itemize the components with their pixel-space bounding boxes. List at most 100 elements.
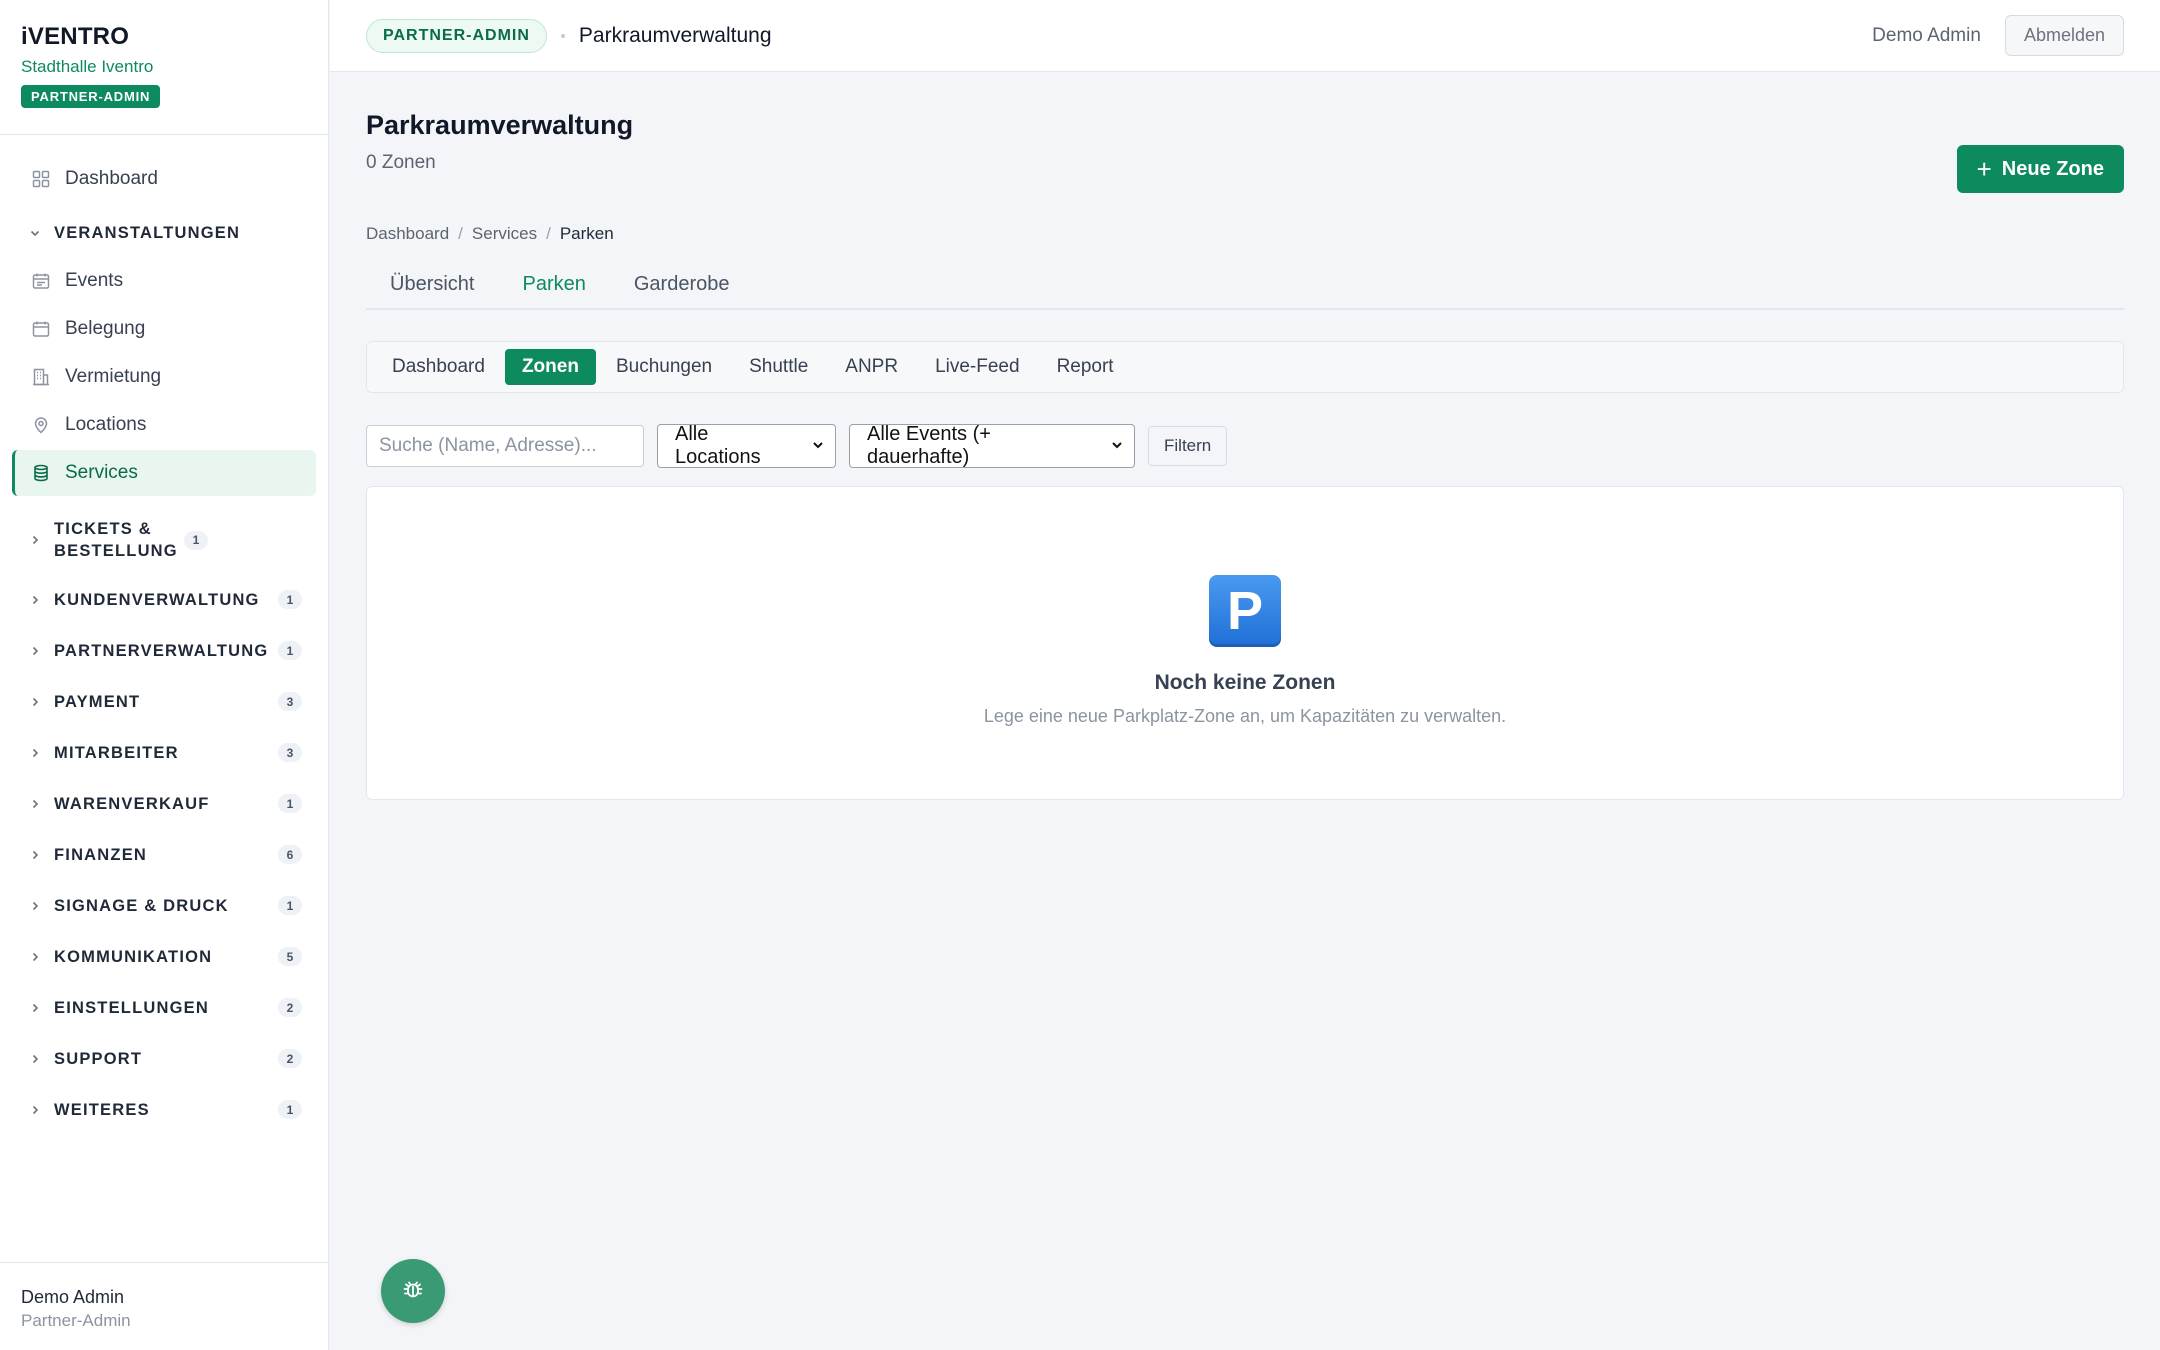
- sidebar-section-label: FINANZEN: [54, 845, 148, 864]
- chevron-right-icon: [29, 1002, 45, 1014]
- section-count-badge: 1: [278, 896, 302, 915]
- bug-report-button[interactable]: [381, 1259, 445, 1323]
- parking-subtabs: Dashboard Zonen Buchungen Shuttle ANPR L…: [366, 341, 2124, 393]
- sidebar-section-signage[interactable]: SIGNAGE & DRUCK 1: [12, 880, 316, 931]
- chevron-right-icon: [29, 747, 45, 759]
- breadcrumb-separator: /: [546, 224, 551, 243]
- section-count-badge: 5: [278, 947, 302, 966]
- role-badge: PARTNER-ADMIN: [21, 85, 161, 108]
- logout-button[interactable]: Abmelden: [2004, 15, 2124, 56]
- section-count-badge: 2: [278, 998, 302, 1017]
- sidebar-item-dashboard[interactable]: Dashboard: [12, 156, 316, 202]
- empty-state-title: Noch keine Zonen: [1154, 671, 1336, 694]
- calendar-icon: [31, 319, 51, 339]
- sidebar-section-kundenverwaltung[interactable]: KUNDENVERWALTUNG 1: [12, 574, 316, 625]
- subtab-shuttle[interactable]: Shuttle: [732, 349, 825, 385]
- sidebar-section-mitarbeiter[interactable]: MITARBEITER 3: [12, 727, 316, 778]
- tab-uebersicht[interactable]: Übersicht: [366, 273, 498, 296]
- breadcrumb-current: Parken: [559, 224, 614, 243]
- grid-icon: [31, 169, 51, 189]
- section-count-badge: 6: [278, 845, 302, 864]
- sidebar-section-label: PAYMENT: [54, 692, 141, 711]
- empty-state: P Noch keine Zonen Lege eine neue Parkpl…: [366, 486, 2124, 800]
- subtab-buchungen[interactable]: Buchungen: [599, 349, 729, 385]
- sidebar-section-weiteres[interactable]: WEITERES 1: [12, 1084, 316, 1135]
- page-header: Parkraumverwaltung 0 Zonen + Neue Zone: [366, 72, 2124, 193]
- chevron-right-icon: [29, 594, 45, 606]
- service-tabs: Übersicht Parken Garderobe: [366, 260, 2124, 310]
- sidebar-item-belegung[interactable]: Belegung: [12, 306, 316, 352]
- subtab-report[interactable]: Report: [1040, 349, 1131, 385]
- brand-logo[interactable]: iVENTRO: [21, 24, 307, 50]
- event-select[interactable]: Alle Events (+ dauerhafte): [849, 423, 1135, 468]
- sidebar-item-vermietung[interactable]: Vermietung: [12, 354, 316, 400]
- sidebar-section-label: TICKETS & BESTELLUNG: [54, 520, 178, 560]
- sidebar: iVENTRO Stadthalle Iventro PARTNER-ADMIN…: [0, 0, 329, 1350]
- chevron-right-icon: [29, 645, 45, 657]
- section-count-badge: 1: [278, 1100, 302, 1119]
- new-zone-button[interactable]: + Neue Zone: [1956, 145, 2124, 193]
- sidebar-item-label: Vermietung: [65, 366, 162, 387]
- map-pin-icon: [31, 415, 51, 435]
- bug-icon: [400, 1276, 426, 1307]
- breadcrumb-dashboard[interactable]: Dashboard: [366, 224, 449, 244]
- subtab-zonen[interactable]: Zonen: [504, 349, 596, 385]
- sidebar-item-label: Services: [65, 462, 138, 483]
- section-count-badge: 1: [278, 794, 302, 813]
- sidebar-item-services[interactable]: Services: [12, 450, 316, 496]
- sidebar-section-einstellungen[interactable]: EINSTELLUNGEN 2: [12, 982, 316, 1033]
- subtab-anpr[interactable]: ANPR: [828, 349, 915, 385]
- filter-button[interactable]: Filtern: [1148, 426, 1228, 466]
- main-content: Parkraumverwaltung 0 Zonen + Neue Zone D…: [366, 72, 2124, 800]
- organization-name: Stadthalle Iventro: [21, 57, 154, 76]
- sidebar-section-label: SIGNAGE & DRUCK: [54, 896, 229, 915]
- chevron-right-icon: [29, 951, 45, 963]
- topbar: PARTNER-ADMIN Parkraumverwaltung Demo Ad…: [330, 0, 2160, 72]
- page-heading-block: Parkraumverwaltung 0 Zonen: [366, 108, 633, 174]
- section-count-badge: 1: [278, 590, 302, 609]
- separator-dot: [560, 33, 565, 38]
- sidebar-section-label: SUPPORT: [54, 1049, 143, 1068]
- sidebar-section-finanzen[interactable]: FINANZEN 6: [12, 829, 316, 880]
- section-count-badge: 1: [278, 641, 302, 660]
- sidebar-section-label: VERANSTALTUNGEN: [54, 224, 241, 242]
- sidebar-section-kommunikation[interactable]: KOMMUNIKATION 5: [12, 931, 316, 982]
- section-count-badge: 1: [184, 530, 208, 550]
- sidebar-item-label: Events: [65, 270, 124, 291]
- database-icon: [31, 463, 51, 483]
- sidebar-section-label: MITARBEITER: [54, 743, 179, 762]
- chevron-right-icon: [29, 1104, 45, 1116]
- sidebar-section-partnerverwaltung[interactable]: PARTNERVERWALTUNG 1: [12, 625, 316, 676]
- subtab-dashboard[interactable]: Dashboard: [375, 349, 502, 385]
- sidebar-section-label: KOMMUNIKATION: [54, 947, 213, 966]
- chevron-right-icon: [29, 696, 45, 708]
- search-input[interactable]: [366, 425, 644, 467]
- event-select-value: Alle Events (+ dauerhafte): [867, 423, 991, 468]
- sidebar-item-events[interactable]: Events: [12, 258, 316, 304]
- breadcrumb-services[interactable]: Services: [472, 224, 537, 244]
- sidebar-section-label: WEITERES: [54, 1100, 150, 1119]
- tab-parken[interactable]: Parken: [498, 273, 609, 296]
- sidebar-footer: Demo Admin Partner-Admin: [0, 1262, 329, 1350]
- new-zone-label: Neue Zone: [2001, 157, 2104, 180]
- breadcrumb-separator: /: [458, 224, 463, 243]
- building-icon: [31, 367, 51, 387]
- brand-block: iVENTRO Stadthalle Iventro PARTNER-ADMIN: [0, 0, 328, 135]
- subtab-live-feed[interactable]: Live-Feed: [918, 349, 1037, 385]
- chevron-right-icon: [29, 849, 45, 861]
- topbar-user-name: Demo Admin: [1872, 24, 1981, 46]
- sidebar-item-label: Dashboard: [65, 168, 158, 189]
- sidebar-item-locations[interactable]: Locations: [12, 402, 316, 448]
- tab-garderobe[interactable]: Garderobe: [610, 273, 754, 296]
- sidebar-section-label: KUNDENVERWALTUNG: [54, 590, 260, 609]
- section-count-badge: 2: [278, 1049, 302, 1068]
- sidebar-section-payment[interactable]: PAYMENT 3: [12, 676, 316, 727]
- sidebar-section-tickets[interactable]: TICKETS & BESTELLUNG 1: [12, 506, 316, 574]
- sidebar-section-warenverkauf[interactable]: WARENVERKAUF 1: [12, 778, 316, 829]
- location-select[interactable]: Alle Locations: [657, 423, 836, 468]
- sidebar-section-support[interactable]: SUPPORT 2: [12, 1033, 316, 1084]
- sidebar-item-label: Belegung: [65, 318, 146, 339]
- chevron-down-icon: [1110, 438, 1124, 455]
- sidebar-section-veranstaltungen[interactable]: VERANSTALTUNGEN: [12, 210, 316, 256]
